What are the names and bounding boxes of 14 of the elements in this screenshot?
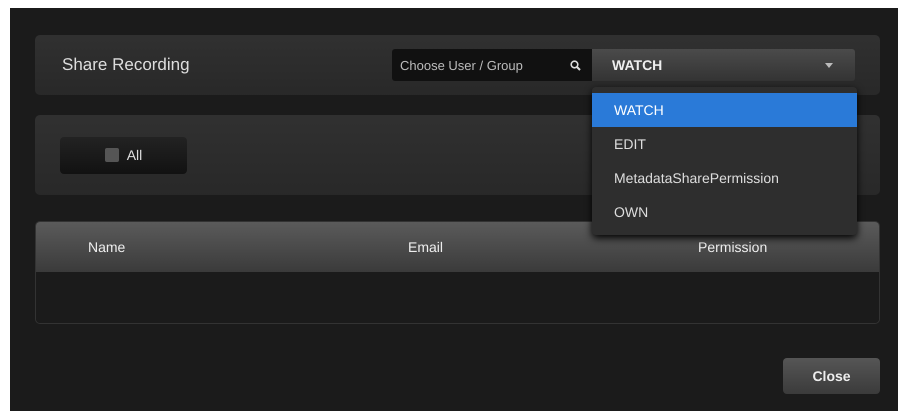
dropdown-option[interactable]: WATCH (592, 93, 857, 127)
column-header[interactable]: Email (408, 239, 698, 255)
search-field[interactable]: Choose User / Group (392, 49, 592, 81)
all-checkbox[interactable]: All (60, 136, 187, 174)
dropdown-option[interactable]: MetadataSharePermission (592, 161, 857, 195)
dropdown-option[interactable]: OWN (592, 195, 857, 229)
checkbox-label: All (126, 147, 142, 163)
dialog-title: Share Recording (62, 55, 191, 75)
column-header[interactable]: Permission (698, 239, 879, 255)
caret-icon (825, 62, 833, 68)
permission-select[interactable]: WATCH (592, 49, 855, 81)
column-header[interactable]: Name (88, 239, 408, 255)
dropdown-option[interactable]: EDIT (592, 127, 857, 161)
close-button[interactable]: Close (783, 358, 880, 394)
